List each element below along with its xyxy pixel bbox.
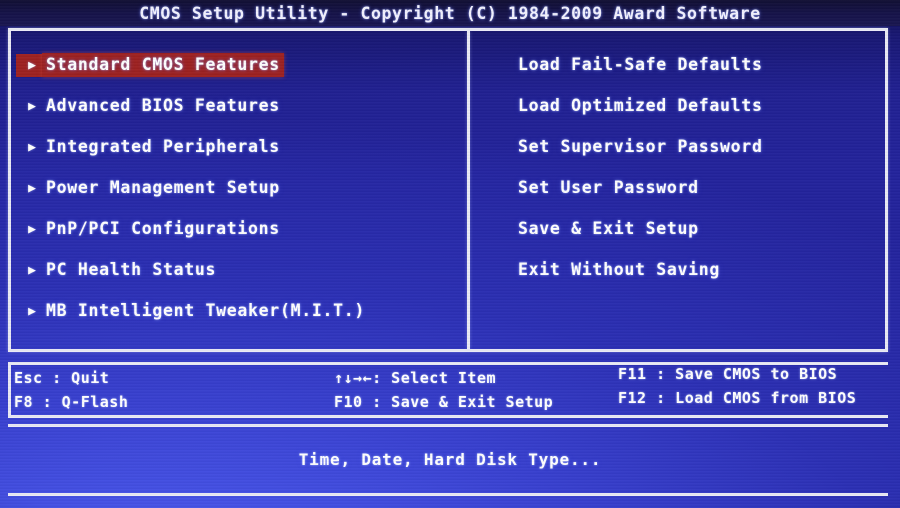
menu-item-load-optimized-defaults[interactable]: Load Optimized Defaults: [490, 93, 890, 119]
menu-item-power-management-setup[interactable]: ▶ Power Management Setup: [22, 175, 462, 201]
menu-item-label: Exit Without Saving: [518, 260, 721, 279]
page-title: CMOS Setup Utility - Copyright (C) 1984-…: [139, 3, 761, 23]
menu-item-label: Power Management Setup: [46, 178, 280, 197]
menu-item-set-supervisor-password[interactable]: Set Supervisor Password: [490, 134, 890, 160]
help-group-left: Esc : Quit F8 : Q-Flash: [14, 366, 128, 414]
bios-setup-screen: CMOS Setup Utility - Copyright (C) 1984-…: [0, 0, 900, 508]
menu-item-set-user-password[interactable]: Set User Password: [490, 175, 890, 201]
help-esc-quit: Esc : Quit: [14, 369, 110, 387]
triangle-right-icon: ▶: [28, 262, 36, 278]
menu-item-integrated-peripherals[interactable]: ▶ Integrated Peripherals: [22, 134, 462, 160]
menu-item-label: Set User Password: [518, 178, 699, 197]
triangle-right-icon: ▶: [16, 53, 42, 77]
menu-item-label: MB Intelligent Tweaker(M.I.T.): [46, 301, 366, 320]
menu-item-label: Save & Exit Setup: [518, 219, 699, 238]
triangle-right-icon: ▶: [28, 180, 36, 196]
menu-item-pnp-pci-configurations[interactable]: ▶ PnP/PCI Configurations: [22, 216, 462, 242]
status-bar-text: Time, Date, Hard Disk Type...: [298, 450, 602, 469]
column-divider: [467, 31, 470, 349]
menu-item-pc-health-status[interactable]: ▶ PC Health Status: [22, 257, 462, 283]
menu-item-label: Integrated Peripherals: [46, 137, 280, 156]
menu-item-advanced-bios-features[interactable]: ▶ Advanced BIOS Features: [22, 93, 462, 119]
help-f12-load-cmos-from-bios: F12 : Load CMOS from BIOS: [618, 389, 857, 407]
menu-item-label: PC Health Status: [46, 260, 217, 279]
help-f8-qflash: F8 : Q-Flash: [14, 393, 129, 411]
triangle-right-icon: ▶: [28, 221, 36, 237]
menu-item-label: Load Fail-Safe Defaults: [518, 55, 763, 74]
menu-item-exit-without-saving[interactable]: Exit Without Saving: [490, 257, 890, 283]
help-f10-save-exit-setup: F10 : Save & Exit Setup: [334, 393, 554, 411]
menu-item-label: Advanced BIOS Features: [46, 96, 280, 115]
title-bar: CMOS Setup Utility - Copyright (C) 1984-…: [0, 0, 900, 26]
triangle-right-icon: ▶: [28, 98, 36, 114]
triangle-right-icon: ▶: [28, 139, 36, 155]
help-f11-save-cmos-to-bios: F11 : Save CMOS to BIOS: [618, 365, 838, 383]
triangle-right-icon: ▶: [28, 303, 36, 319]
menu-item-label: Set Supervisor Password: [518, 137, 763, 156]
menu-item-save-and-exit-setup[interactable]: Save & Exit Setup: [490, 216, 890, 242]
help-arrows-select-item: ↑↓→←: Select Item: [334, 369, 497, 387]
menu-item-label: Standard CMOS Features: [42, 53, 284, 77]
menu-item-label: Load Optimized Defaults: [518, 96, 763, 115]
menu-item-standard-cmos-features[interactable]: ▶ Standard CMOS Features: [16, 52, 462, 78]
right-menu-column: Load Fail-Safe Defaults Load Optimized D…: [490, 52, 890, 298]
menu-item-load-fail-safe-defaults[interactable]: Load Fail-Safe Defaults: [490, 52, 890, 78]
help-group-right: F11 : Save CMOS to BIOS F12 : Load CMOS …: [618, 362, 856, 410]
menu-item-mb-intelligent-tweaker[interactable]: ▶ MB Intelligent Tweaker(M.I.T.): [22, 298, 462, 324]
left-menu-column: ▶ Standard CMOS Features ▶ Advanced BIOS…: [16, 52, 462, 339]
help-group-middle: ↑↓→←: Select Item F10 : Save & Exit Setu…: [334, 366, 553, 414]
menu-item-label: PnP/PCI Configurations: [46, 219, 280, 238]
